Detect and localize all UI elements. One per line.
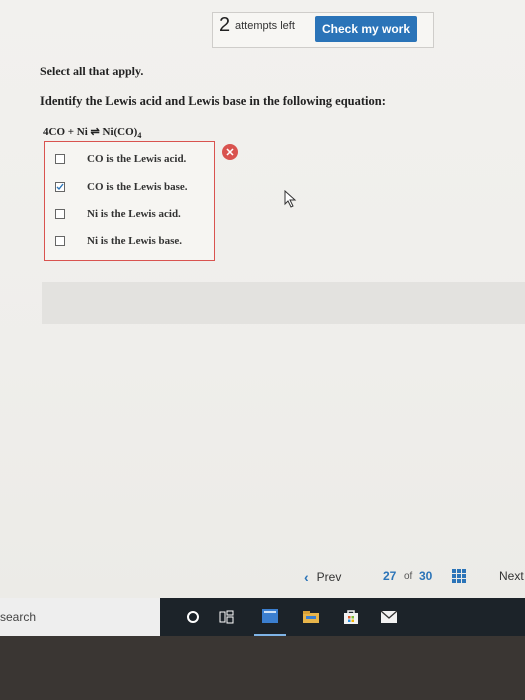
checkbox[interactable] [55,154,65,164]
next-button[interactable]: Next [499,569,524,583]
taskbar: search [0,598,525,636]
answer-options: CO is the Lewis acid. CO is the Lewis ba… [44,141,215,261]
store-icon[interactable] [336,598,366,636]
task-view-icon[interactable] [212,598,242,636]
equation-lhs: 4CO + Ni [43,126,88,138]
instruction-text: Select all that apply. [40,64,144,78]
equation: 4CO + Ni ⇌ Ni(CO)4 [43,125,141,140]
mail-icon[interactable] [374,598,404,636]
taskbar-search[interactable]: search [0,598,160,636]
current-page: 27 [383,569,397,583]
option-co-base[interactable]: CO is the Lewis base. [55,177,188,197]
checkbox[interactable] [55,209,65,219]
total-pages: 30 [419,569,433,583]
grid-icon[interactable] [451,568,467,584]
x-icon: ✕ [222,144,238,160]
edge-icon[interactable] [254,598,286,636]
option-co-acid[interactable]: CO is the Lewis acid. [55,149,186,169]
browser-page: 2 attempts left Check my work Select all… [0,0,525,598]
equilibrium-arrow: ⇌ [90,126,100,138]
feedback-panel [42,282,525,324]
desk-surface [0,636,525,700]
equation-subscript: 4 [137,131,142,141]
question-prompt: Identify the Lewis acid and Lewis base i… [40,94,386,108]
option-label: CO is the Lewis base. [87,181,188,193]
search-label: search [0,610,37,624]
chevron-left-icon: ‹ [304,569,309,585]
file-explorer-icon[interactable] [296,598,326,636]
checkbox[interactable] [55,182,65,192]
prev-button[interactable]: ‹ Prev [304,569,341,585]
attempts-label: attempts left [235,20,295,32]
mouse-cursor-icon [284,190,297,208]
prev-label: Prev [316,570,342,584]
option-ni-base[interactable]: Ni is the Lewis base. [55,231,182,251]
check-my-work-button[interactable]: Check my work [315,16,417,42]
checkbox[interactable] [55,236,65,246]
option-label: CO is the Lewis acid. [87,153,187,165]
option-label: Ni is the Lewis acid. [87,208,181,220]
option-ni-acid[interactable]: Ni is the Lewis acid. [55,204,181,224]
equation-rhs: Ni(CO) [102,126,138,138]
attempts-count: 2 [219,14,231,36]
option-label: Ni is the Lewis base. [87,235,183,247]
cortana-circle-icon[interactable] [178,598,208,636]
page-of: of [404,571,413,582]
